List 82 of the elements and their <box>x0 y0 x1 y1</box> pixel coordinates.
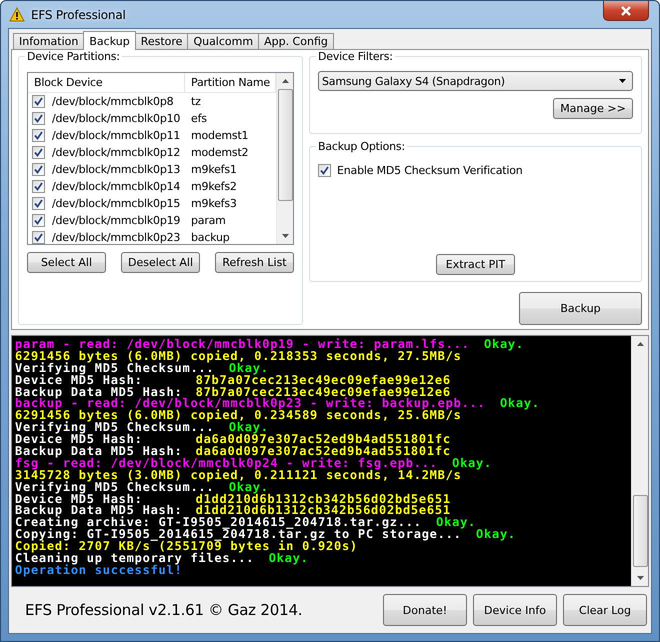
scroll-down-icon[interactable] <box>636 576 644 580</box>
log-line: Verifying MD5 Checksum... Okay. <box>15 422 269 434</box>
checkbox[interactable] <box>32 129 45 142</box>
tab[interactable]: Backup <box>83 31 136 50</box>
list-button[interactable]: Deselect All <box>121 252 200 273</box>
tab[interactable]: Restore <box>134 33 188 50</box>
manage-button[interactable]: Manage >> <box>553 98 633 119</box>
log-line: Device MD5 Hash: 87b7a07cec213ec49ec09efae99e12e6 <box>15 374 452 387</box>
log-line: Backup Data MD5 Hash: da6a0d097e307ac52ed9b4ad551801fc <box>15 446 452 458</box>
checkbox[interactable] <box>32 112 45 125</box>
extract-pit-button[interactable]: Extract PIT <box>436 254 515 275</box>
log-line: Creating archive: GT-I9505_2014615_204718.tar.gz... Okay. <box>15 517 476 530</box>
log-line: Backup Data MD5 Hash: d1dd210d6b1312cb342b56d02bd5e651 <box>15 505 451 518</box>
group-title: Device Filters: <box>316 50 395 63</box>
close-button[interactable] <box>603 1 649 21</box>
tab[interactable]: Qualcomm <box>187 33 260 50</box>
table-cell-text: param <box>190 214 227 227</box>
checkbox-label[interactable]: Enable MD5 Checksum Verification <box>337 164 523 177</box>
checkbox[interactable] <box>32 197 45 210</box>
table-cell-text: m9kefs1 <box>190 163 238 176</box>
table-cell-text: /dev/block/mmcblk0p19 <box>51 214 180 227</box>
table-cell-text: efs <box>190 112 208 125</box>
log-line: backup - read: /dev/block/mmcblk0p23 - write: backup.epb... Okay. <box>15 398 541 410</box>
table-cell-text: m9kefs2 <box>190 180 238 193</box>
checkbox[interactable] <box>32 95 45 108</box>
scrollbar[interactable] <box>631 336 648 586</box>
scroll-up-icon[interactable] <box>636 342 644 346</box>
group-title: Backup Options: <box>316 140 407 153</box>
log-line: Backup Data MD5 Hash: 87b7a07cec213ec49ec09efae99e12e6 <box>15 386 451 398</box>
table-cell-text: m9kefs3 <box>190 197 238 210</box>
table-cell-text: tz <box>190 95 202 108</box>
scroll-thumb[interactable] <box>278 89 292 201</box>
table-cell-text: /dev/block/mmcblk0p11 <box>51 129 180 142</box>
tab[interactable]: Infomation <box>13 33 84 50</box>
log-line: Copying: GT-I9505_2014615_204718.tar.gz to PC storage... Okay. <box>15 529 517 542</box>
warning-icon <box>9 7 25 22</box>
footer-button[interactable]: Donate! <box>383 594 467 626</box>
footer-button[interactable]: Device Info <box>473 594 557 626</box>
log-line: Device MD5 Hash: d1dd210d6b1312cb342b56d02bd5e651 <box>15 494 452 506</box>
dropdown-arrow-icon <box>619 79 626 83</box>
tab[interactable]: App. Config <box>258 33 334 50</box>
checkbox[interactable] <box>32 163 45 176</box>
scroll-thumb[interactable] <box>632 495 648 567</box>
close-icon <box>620 6 632 16</box>
log-line: Copied: 2707 KB/s (2551709 bytes in 0.920s) <box>15 541 359 554</box>
checkbox[interactable] <box>32 231 45 244</box>
table-cell-text: /dev/block/mmcblk0p15 <box>51 197 180 210</box>
table-cell-text: /dev/block/mmcblk0p14 <box>51 180 180 193</box>
log-line: 6291456 bytes (6.0MB) copied, 0.218353 seconds, 27.5MB/s <box>15 350 462 363</box>
log-line: fsg - read: /dev/block/mmcblk0p24 - write: fsg.epb... Okay. <box>15 458 493 470</box>
table-cell-text: backup <box>190 231 231 244</box>
log-line: 3145728 bytes (3.0MB) copied, 0.211121 seconds, 14.2MB/s <box>15 470 462 482</box>
log-line: Operation successful! <box>15 564 184 577</box>
footer-button[interactable]: Clear Log <box>563 594 647 626</box>
copyright-text: EFS Professional v2.1.61 © Gaz 2014. <box>25 601 304 619</box>
log-line: Verifying MD5 Checksum... Okay. <box>15 482 269 494</box>
checkbox[interactable] <box>318 164 331 177</box>
scroll-down-icon[interactable] <box>282 234 288 238</box>
log-line: 6291456 bytes (6.0MB) copied, 0.234589 seconds, 25.6MB/s <box>15 410 462 422</box>
checkbox[interactable] <box>32 180 45 193</box>
table-cell-text: modemst1 <box>190 129 250 142</box>
log-line: Cleaning up temporary files... Okay. <box>15 553 309 565</box>
table-cell-text: /dev/block/mmcblk0p13 <box>51 163 180 176</box>
backup-button[interactable]: Backup <box>519 292 642 325</box>
table-cell-text: modemst2 <box>190 146 250 159</box>
log-line: param - read: /dev/block/mmcblk0p19 - write: param.lfs... Okay. <box>15 339 525 351</box>
table-cell-text: /dev/block/mmcblk0p10 <box>51 112 180 125</box>
window-title: EFS Professional <box>31 8 126 22</box>
table-cell-text: /dev/block/mmcblk0p12 <box>51 146 180 159</box>
device-dropdown[interactable]: Samsung Galaxy S4 (Snapdragon) <box>318 71 633 91</box>
checkbox[interactable] <box>32 214 45 227</box>
group-title: Device Partitions: <box>25 50 122 63</box>
log-line: Device MD5 Hash: da6a0d097e307ac52ed9b4ad551801fc <box>15 434 452 446</box>
scroll-up-icon[interactable] <box>282 79 288 83</box>
scrollbar[interactable] <box>276 73 293 244</box>
table-cell-text: /dev/block/mmcblk0p23 <box>51 231 180 244</box>
table-cell-text: /dev/block/mmcblk0p8 <box>51 95 174 108</box>
checkbox[interactable] <box>32 146 45 159</box>
log-line: Verifying MD5 Checksum... Okay. <box>15 362 269 375</box>
column-header[interactable]: Block Device <box>28 73 185 92</box>
list-button[interactable]: Select All <box>27 252 106 273</box>
list-button[interactable]: Refresh List <box>215 252 294 273</box>
